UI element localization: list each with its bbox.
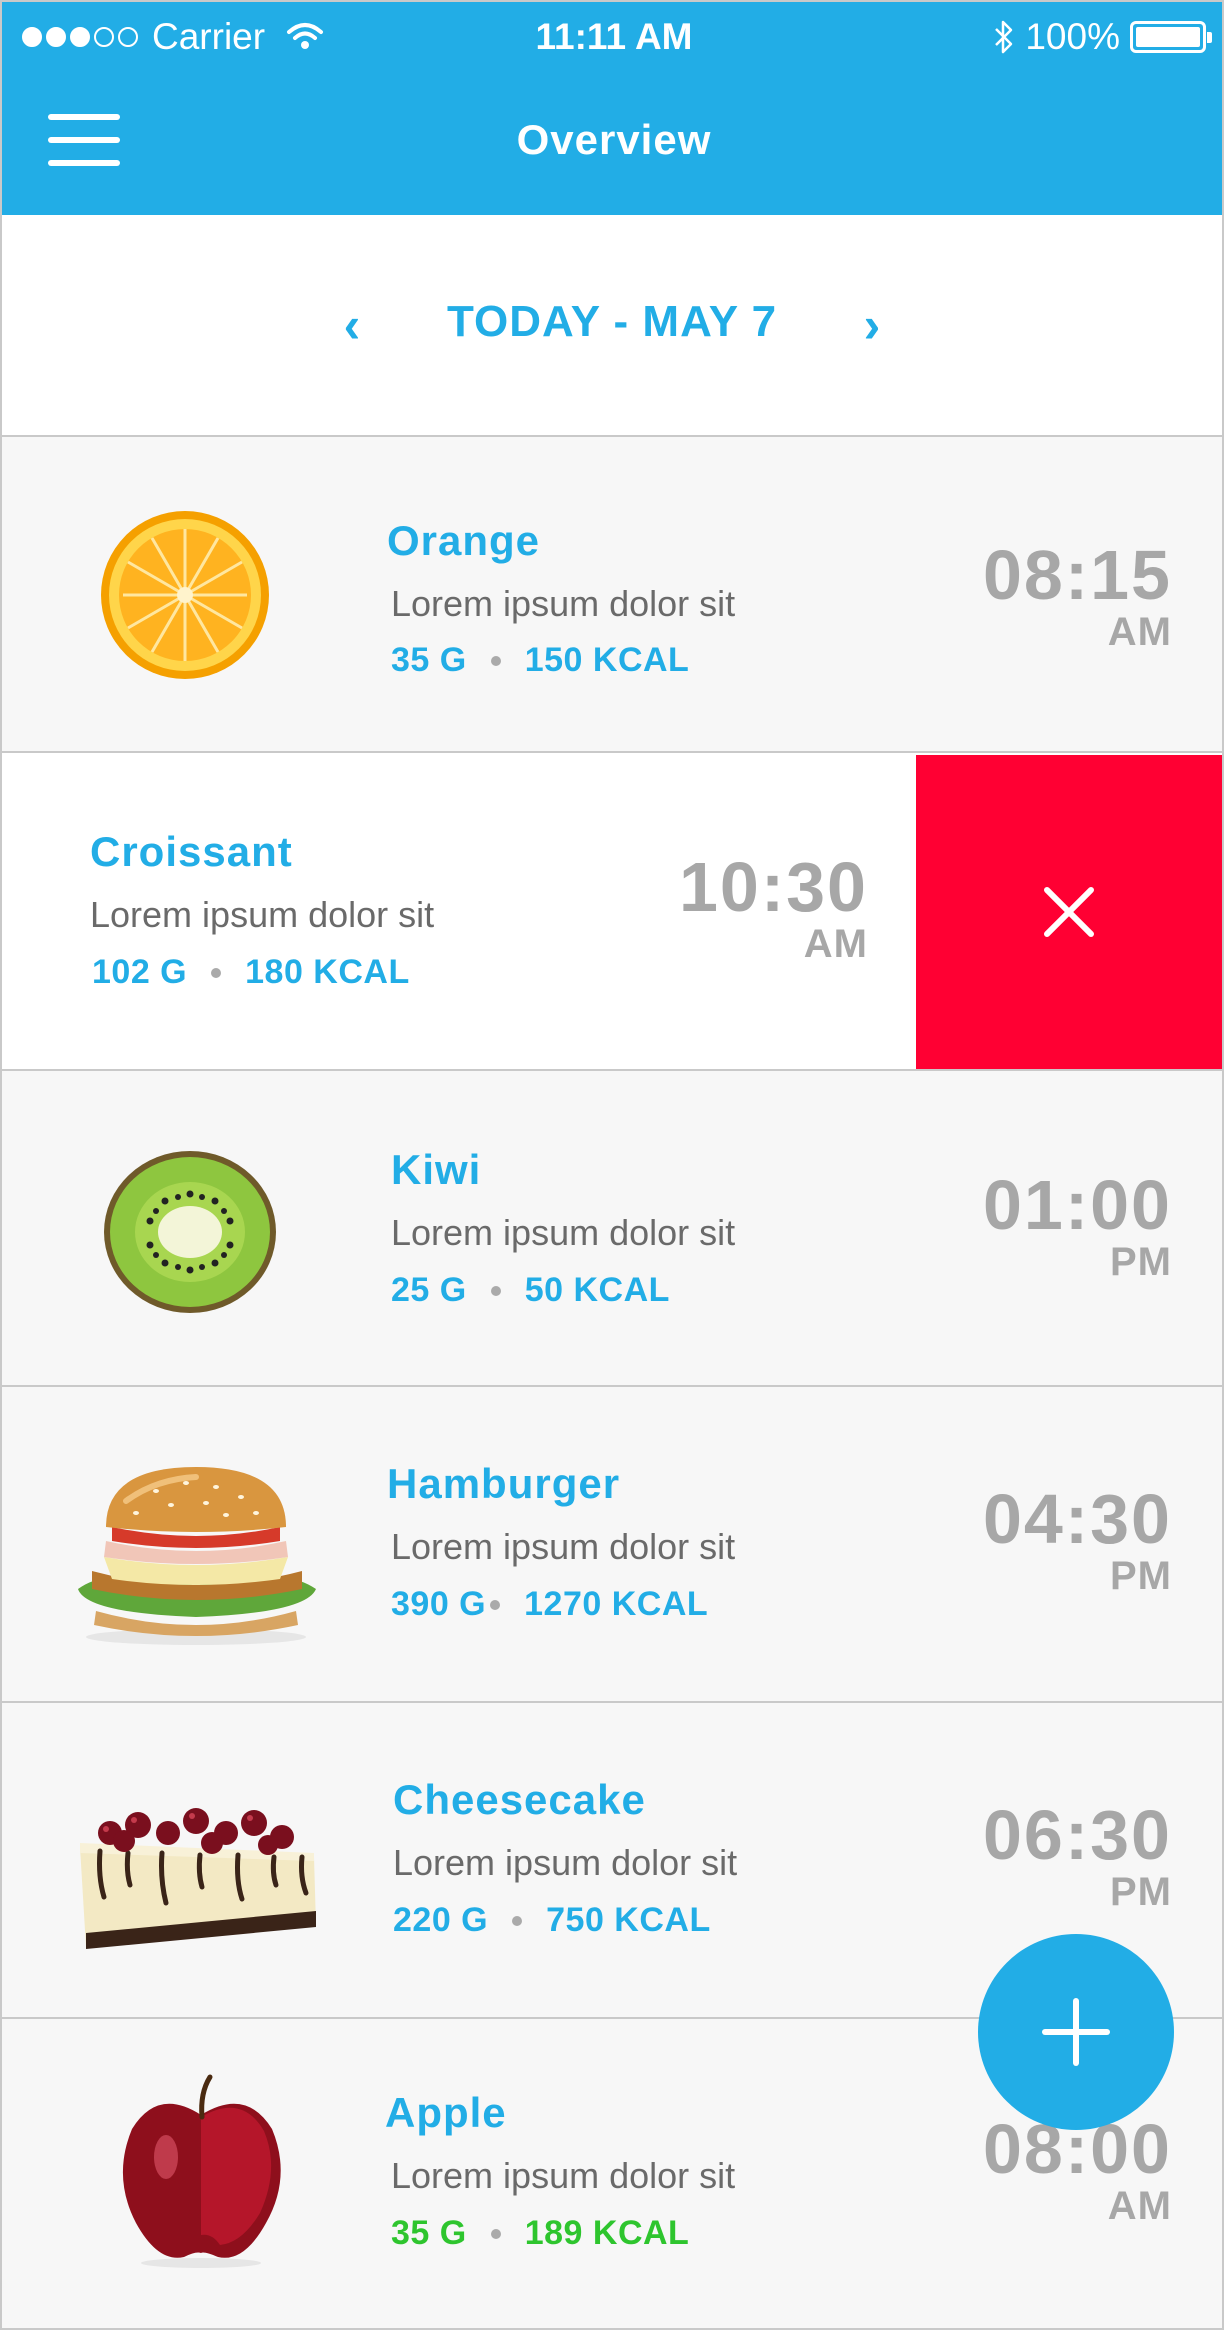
app-screen: Carrier 11:11 AM 100% Overview ‹ TODAY -… — [0, 0, 1224, 2330]
meal-time-period: PM — [1110, 1870, 1172, 1914]
meal-description: Lorem ipsum dolor sit — [90, 894, 435, 935]
meal-time: 04:30 PM — [983, 1483, 1172, 1597]
meal-grams: 35 G — [391, 2214, 467, 2252]
apple-image — [122, 2074, 281, 2268]
meal-kcal: 150 KCAL — [524, 641, 690, 679]
meal-name: Orange — [387, 517, 541, 564]
meal-grams: 35 G — [391, 641, 467, 679]
meal-time: 06:30 PM — [983, 1799, 1172, 1913]
meal-grams: 220 G — [393, 1901, 489, 1939]
status-bar: Carrier 11:11 AM 100% — [2, 2, 1222, 74]
meal-name: Hamburger — [387, 1460, 621, 1507]
meal-row-hamburger[interactable]: Hamburger Lorem ipsum dolor sit 390 G 12… — [2, 1387, 1222, 1703]
separator-dot — [490, 1285, 501, 1296]
cheesecake-image — [80, 1808, 316, 1949]
meal-name: Cheesecake — [393, 1776, 646, 1823]
meal-nutrition: 35 G 150 KCAL — [391, 641, 689, 680]
meal-grams: 390 G — [391, 1585, 487, 1623]
meal-row-orange[interactable]: Orange Lorem ipsum dolor sit 35 G 150 KC… — [2, 437, 1222, 753]
meal-nutrition: 25 G 50 KCAL — [391, 1271, 670, 1310]
meal-row-kiwi[interactable]: Kiwi Lorem ipsum dolor sit 25 G 50 KCAL … — [2, 1071, 1222, 1387]
meal-grams: 102 G — [92, 953, 188, 991]
meal-time-period: AM — [803, 922, 868, 966]
meal-description: Lorem ipsum dolor sit — [393, 1842, 738, 1883]
meal-time-period: PM — [1110, 1240, 1172, 1284]
page-title: Overview — [516, 116, 712, 163]
meal-name: Kiwi — [391, 1146, 482, 1193]
meal-time-value: 04:30 — [982, 1480, 1172, 1558]
delete-button[interactable] — [916, 755, 1222, 1069]
meal-time-period: PM — [1110, 1554, 1172, 1598]
bluetooth-icon — [995, 20, 1013, 54]
meal-kcal: 180 KCAL — [245, 953, 410, 991]
meal-time-value: 01:00 — [982, 1166, 1172, 1244]
orange-image — [101, 511, 269, 679]
meal-description: Lorem ipsum dolor sit — [391, 583, 736, 624]
meal-nutrition: 220 G 750 KCAL — [393, 1901, 711, 1940]
close-icon — [1044, 887, 1094, 937]
meal-nutrition: 102 G 180 KCAL — [92, 953, 410, 992]
top-bar: Carrier 11:11 AM 100% Overview — [2, 2, 1222, 215]
meal-kcal: 50 KCAL — [524, 1271, 670, 1309]
separator-dot — [490, 655, 501, 666]
meal-name: Apple — [385, 2089, 507, 2136]
add-meal-button[interactable] — [978, 1934, 1174, 2130]
separator-dot — [512, 1915, 523, 1926]
meal-time: 08:00 AM — [983, 2113, 1172, 2227]
meal-time-value: 08:15 — [982, 536, 1172, 614]
chevron-right-icon[interactable]: › — [847, 295, 897, 355]
battery-fill — [1136, 27, 1200, 47]
meal-time: 10:30 AM — [679, 851, 868, 965]
hamburger-image — [78, 1467, 316, 1645]
plus-icon — [1042, 1998, 1110, 2066]
meal-kcal: 750 KCAL — [546, 1901, 711, 1939]
battery-percentage: 100% — [1025, 16, 1120, 57]
separator-dot — [211, 967, 222, 978]
meal-description: Lorem ipsum dolor sit — [391, 1526, 736, 1567]
meal-time: 08:15 AM — [983, 539, 1172, 653]
meal-description: Lorem ipsum dolor sit — [391, 2155, 736, 2196]
status-right: 100% — [993, 16, 1212, 58]
meal-kcal: 1270 KCAL — [524, 1585, 709, 1623]
meal-time-period: AM — [1107, 2184, 1172, 2228]
meal-nutrition: 390 G 1270 KCAL — [391, 1585, 708, 1624]
navigation-bar: Overview — [2, 74, 1222, 215]
meal-time-value: 10:30 — [678, 848, 868, 926]
date-navigation: ‹ TODAY - MAY 7 › — [2, 215, 1222, 437]
meal-kcal: 189 KCAL — [524, 2214, 690, 2252]
meal-name: Croissant — [90, 828, 293, 875]
date-label: TODAY - MAY 7 — [446, 297, 778, 346]
separator-dot — [490, 2228, 501, 2239]
kiwi-image — [104, 1151, 276, 1313]
meal-time-period: AM — [1107, 610, 1172, 654]
meal-time-value: 06:30 — [982, 1796, 1172, 1874]
meal-description: Lorem ipsum dolor sit — [391, 1212, 736, 1253]
meal-row-croissant[interactable]: Croissant Lorem ipsum dolor sit 102 G 18… — [2, 755, 1222, 1071]
meal-grams: 25 G — [391, 1271, 467, 1309]
battery-icon — [1130, 21, 1212, 53]
meal-nutrition: 35 G 189 KCAL — [391, 2214, 689, 2253]
separator-dot — [490, 1599, 501, 1610]
meal-time: 01:00 PM — [983, 1169, 1172, 1283]
